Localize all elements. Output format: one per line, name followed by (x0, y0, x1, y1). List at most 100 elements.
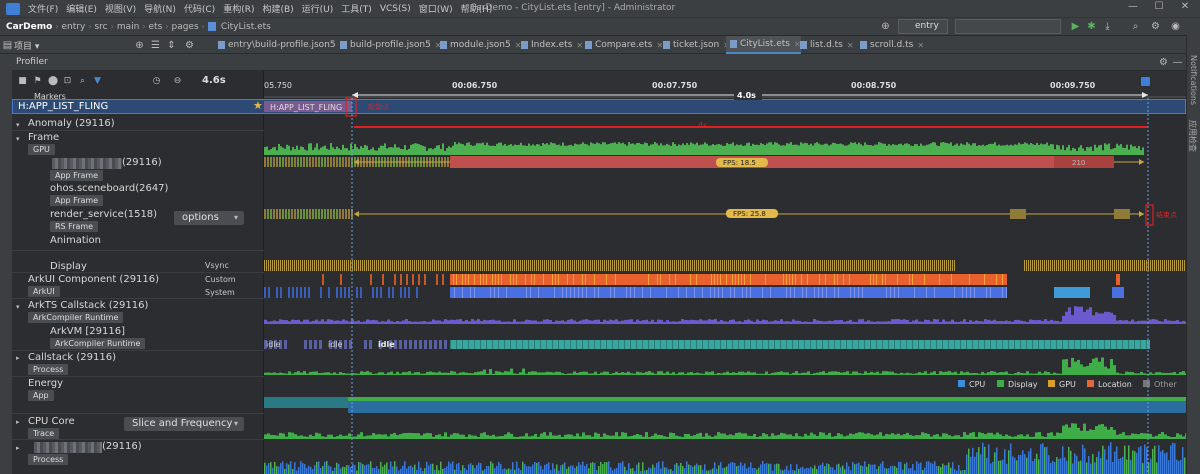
collapse-icon[interactable]: ☰ (150, 40, 161, 51)
process-track[interactable] (264, 442, 1186, 474)
render-options-select[interactable]: options ▾ (174, 211, 244, 225)
locate-icon[interactable]: ⊕ (134, 40, 145, 51)
lane-app-process[interactable]: (29116) (122, 157, 162, 168)
breadcrumb-src[interactable]: src (92, 22, 109, 32)
filter-icon[interactable]: ▼ (93, 77, 102, 86)
menu-code[interactable]: 代码(C) (180, 2, 219, 15)
menu-file[interactable]: 文件(F) (24, 2, 62, 15)
attach-icon[interactable]: ⤓ (1102, 21, 1113, 32)
cpu-core-track[interactable] (264, 423, 1186, 439)
energy-track[interactable] (264, 397, 1186, 413)
chevron-right-icon[interactable]: ▸ (16, 418, 20, 426)
lane-anomaly[interactable]: Anomaly (29116) (28, 118, 115, 129)
clock-icon[interactable]: ◷ (152, 77, 161, 86)
frame-gpu-track[interactable] (264, 142, 1144, 155)
breadcrumb-pages[interactable]: pages (169, 22, 200, 32)
gear-icon[interactable]: ⚙ (1150, 21, 1161, 32)
menu-build[interactable]: 构建(B) (258, 2, 297, 15)
user-icon[interactable]: ◉ (1170, 21, 1181, 32)
tab-build-profile[interactable]: build-profile.json5 ✕ (336, 36, 442, 54)
vsync-track[interactable] (264, 260, 1185, 271)
chevron-right-icon[interactable]: ▸ (16, 444, 20, 452)
expand-icon[interactable]: ⇕ (166, 40, 177, 51)
arkvm-track[interactable] (264, 340, 1150, 349)
menu-run[interactable]: 运行(U) (298, 2, 338, 15)
callstack-track[interactable] (264, 357, 1186, 375)
project-panel-select[interactable]: 项目 ▾ (14, 39, 39, 52)
rs-frame-slice[interactable] (1010, 209, 1026, 219)
menu-edit[interactable]: 编辑(E) (62, 2, 101, 15)
menu-tools[interactable]: 工具(T) (337, 2, 376, 15)
record-icon[interactable]: ⬤ (48, 77, 58, 86)
chevron-right-icon[interactable]: ▸ (16, 354, 20, 362)
chevron-down-icon[interactable]: ▾ (16, 135, 20, 143)
notifications-tool[interactable]: Notifications (1189, 55, 1198, 105)
selection-end-handle[interactable] (1141, 77, 1150, 86)
gear-icon[interactable]: ⚙ (1158, 57, 1169, 68)
timeline-area[interactable]: 05.750 00:06.750 00:07.750 00:08.750 00:… (264, 71, 1186, 474)
close-icon[interactable]: ✕ (1178, 1, 1192, 15)
lane-arkts[interactable]: ArkTS Callstack (29116) (28, 300, 148, 311)
lane-sceneboard[interactable]: ohos.sceneboard(2647) (50, 183, 168, 194)
breadcrumb-module[interactable]: entry (59, 22, 87, 32)
minimize-panel-icon[interactable]: — (1172, 57, 1183, 68)
menu-refactor[interactable]: 重构(R) (219, 2, 258, 15)
vsync-tick (668, 260, 669, 271)
flag-icon[interactable]: ⚑ (33, 77, 42, 86)
tab-entry-build-profile[interactable]: entry\build-profile.json5✕ (214, 36, 346, 54)
lane-cpu-core[interactable]: CPU Core (28, 416, 75, 427)
debug-icon[interactable]: ✱ (1086, 21, 1097, 32)
app-inspect-tool[interactable]: 应用检查 (1187, 120, 1198, 152)
device-select[interactable] (955, 19, 1061, 34)
tab-citylist[interactable]: CityList.ets ✕ (726, 36, 801, 54)
tab-index[interactable]: Index.ets ✕ (517, 36, 583, 54)
breadcrumb-main[interactable]: main (115, 22, 142, 32)
menu-window[interactable]: 窗口(W) (415, 2, 457, 15)
arkui-track[interactable] (264, 274, 1124, 298)
tab-compare[interactable]: Compare.ets ✕ (581, 36, 663, 54)
lane-energy[interactable]: Energy (28, 378, 63, 389)
search-icon[interactable]: ⌕ (78, 77, 87, 86)
menu-navigate[interactable]: 导航(N) (140, 2, 180, 15)
tab-scroll-dts[interactable]: scroll.d.ts ✕ (856, 36, 924, 54)
rs-frame-slice[interactable] (1114, 209, 1130, 219)
time-ruler[interactable] (264, 71, 1186, 98)
stop-icon[interactable]: ■ (18, 77, 27, 86)
lane-arkui[interactable]: ArkUI Component (29116) (28, 274, 159, 285)
breadcrumb-file[interactable]: CityList.ets (219, 22, 273, 32)
minimize-icon[interactable]: — (1126, 1, 1140, 15)
vsync-tick (646, 260, 647, 271)
project-panel-icon[interactable]: ▤ (2, 40, 13, 51)
tab-ticket[interactable]: ticket.json✕ (659, 36, 730, 54)
tab-module[interactable]: module.json5 ✕ (436, 36, 521, 54)
close-icon[interactable]: ✕ (847, 41, 854, 50)
search-icon[interactable]: ⌕ (1130, 21, 1141, 32)
lane-display[interactable]: Display (50, 261, 87, 272)
close-icon[interactable]: ✕ (917, 41, 924, 50)
zoom-out-icon[interactable]: ⊖ (173, 77, 182, 86)
target-icon[interactable]: ⊕ (880, 21, 891, 32)
menu-vcs[interactable]: VCS(S) (376, 4, 415, 14)
timeline-canvas[interactable]: 05.750 00:06.750 00:07.750 00:08.750 00:… (264, 71, 1186, 474)
settings-icon[interactable]: ⚙ (184, 40, 195, 51)
breadcrumb-ets[interactable]: ets (147, 22, 165, 32)
run-config-select[interactable]: entry (898, 19, 948, 34)
chevron-down-icon[interactable]: ▾ (16, 121, 20, 129)
cpu-core-mode-select[interactable]: Slice and Frequency ▾ (124, 417, 244, 431)
run-icon[interactable]: ▶ (1070, 21, 1081, 32)
rs-frame-track[interactable] (264, 209, 353, 219)
capture-icon[interactable]: ⊡ (63, 77, 72, 86)
star-icon[interactable]: ★ (253, 99, 263, 112)
lane-callstack[interactable]: Callstack (29116) (28, 352, 116, 363)
menu-view[interactable]: 视图(V) (101, 2, 140, 15)
chevron-down-icon[interactable]: ▾ (16, 303, 20, 311)
lane-animation[interactable]: Animation (50, 235, 101, 246)
lane-render-service[interactable]: render_service(1518) (50, 209, 157, 220)
maximize-icon[interactable]: ☐ (1152, 1, 1166, 15)
tab-list-dts[interactable]: list.d.ts ✕ (796, 36, 854, 54)
lane-process-2[interactable]: (29116) (102, 441, 142, 452)
lane-arkvm[interactable]: ArkVM [29116] (50, 326, 125, 337)
lane-frame[interactable]: Frame (28, 132, 59, 143)
breadcrumb-project[interactable]: CarDemo (0, 22, 54, 32)
arkts-callstack-track[interactable] (264, 306, 1186, 324)
